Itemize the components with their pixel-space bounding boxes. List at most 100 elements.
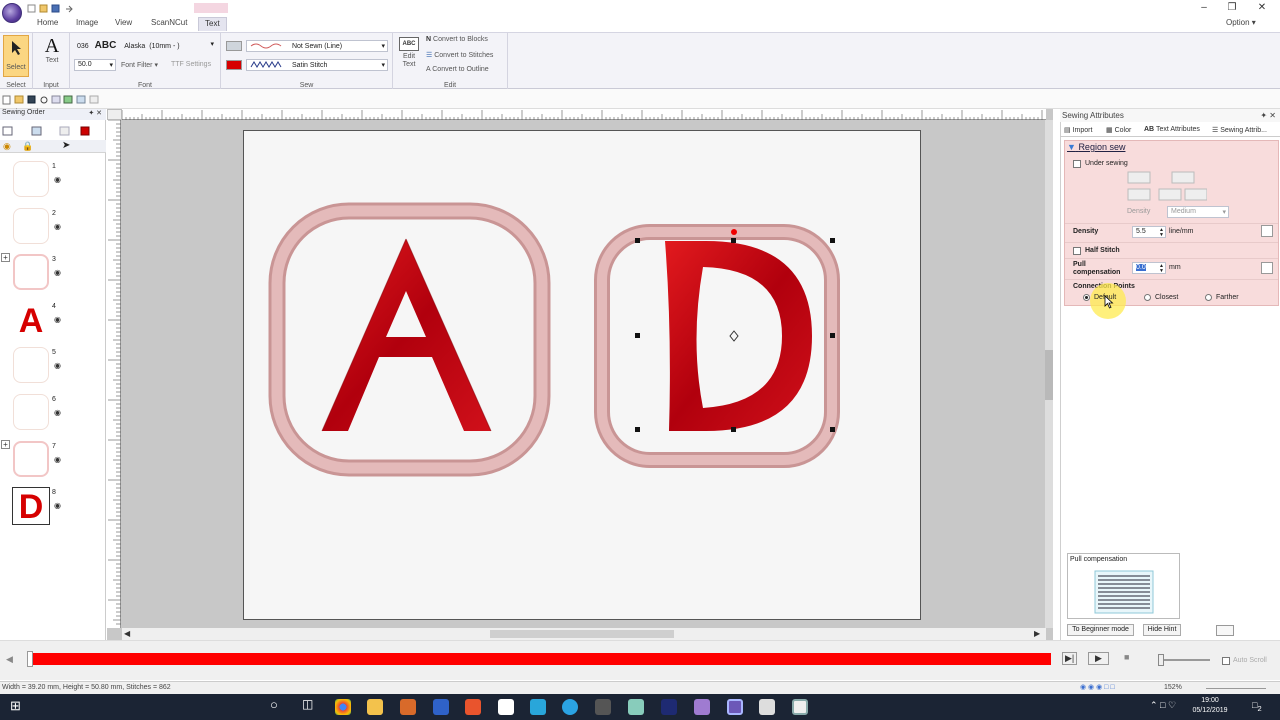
default-radio[interactable]	[1083, 294, 1090, 301]
restore-icon[interactable]: ❐	[1222, 2, 1242, 14]
farther-radio[interactable]	[1205, 294, 1212, 301]
letter-a-shape[interactable]	[321, 238, 492, 432]
convert-stitches-button[interactable]: ☰ Convert to Stitches	[426, 51, 493, 59]
under-sewing-checkbox[interactable]	[1073, 160, 1081, 168]
app-logo-icon[interactable]	[2, 3, 22, 23]
app-icon[interactable]	[465, 699, 481, 715]
text-tool-button[interactable]: A Text	[41, 35, 63, 77]
tab-import[interactable]: ▤ Import	[1064, 126, 1092, 134]
font-dropdown[interactable]: 036 ABC Alaska (10mm - ) ▾	[74, 39, 216, 51]
order-item-thumbnail[interactable]	[13, 254, 49, 291]
notification-icon[interactable]: □2	[1252, 700, 1262, 713]
density-reset-icon[interactable]	[1261, 225, 1273, 237]
expand-icon[interactable]: +	[1, 253, 10, 263]
option-menu[interactable]: Option ▾	[1226, 18, 1256, 27]
eye-icon[interactable]: ◉	[54, 222, 61, 231]
app-icon[interactable]	[400, 699, 416, 715]
spinner-icon[interactable]: ▲ ▼	[1159, 264, 1164, 274]
eye-icon[interactable]: ◉	[54, 455, 61, 464]
panel-options-icon[interactable]	[1216, 625, 1234, 636]
app-icon[interactable]	[530, 699, 546, 715]
order-item-thumbnail[interactable]	[13, 207, 49, 244]
horizontal-scrollbar[interactable]: ◀ ▶	[122, 628, 1046, 640]
rewind-icon[interactable]: ◀	[6, 654, 13, 665]
view-mode-icons[interactable]: ◉ ◉ ◉ □ □	[1080, 683, 1115, 691]
tab-home[interactable]: Home	[31, 17, 64, 31]
ttf-settings-button[interactable]: TTF Settings	[171, 61, 211, 68]
region-sew-dropdown[interactable]: Satin Stitch ▾	[246, 59, 388, 71]
windows-start-icon[interactable]: ⊞	[10, 698, 21, 714]
task-view-icon[interactable]: ◫	[302, 697, 313, 711]
stop-icon[interactable]: ■	[1124, 652, 1129, 662]
tab-sewing-attributes[interactable]: ☰ Sewing Attrib...	[1212, 126, 1267, 134]
convert-outline-button[interactable]: A Convert to Outline	[426, 66, 489, 73]
edit-text-button[interactable]: ABC Edit Text	[397, 37, 421, 79]
eye-icon[interactable]: ◉	[54, 408, 61, 417]
mail-icon[interactable]	[498, 699, 514, 715]
region-color-button[interactable]	[226, 60, 242, 70]
eye-icon[interactable]: ◉	[54, 268, 61, 277]
density-input[interactable]: 5.5 ▲ ▼	[1132, 226, 1166, 238]
auto-scroll-checkbox[interactable]	[1222, 657, 1230, 665]
tab-image[interactable]: Image	[70, 17, 104, 31]
skip-end-icon[interactable]: ▶|	[1062, 652, 1078, 665]
order-item-thumbnail[interactable]	[13, 440, 49, 477]
close-icon[interactable]: ✕	[1252, 2, 1272, 14]
app-icon[interactable]	[628, 699, 644, 715]
pe-design-taskbar-icon[interactable]	[727, 699, 743, 715]
horizontal-scroll-thumb[interactable]	[490, 630, 674, 638]
line-sew-dropdown[interactable]: Not Sewn (Line) ▾	[246, 40, 388, 52]
half-stitch-checkbox[interactable]	[1073, 247, 1081, 255]
app-icon[interactable]	[694, 699, 710, 715]
speed-slider-handle[interactable]	[1158, 654, 1164, 666]
scroll-right-icon[interactable]: ▶	[1034, 629, 1040, 638]
beginner-mode-button[interactable]: To Beginner mode	[1067, 624, 1134, 636]
eye-icon[interactable]: ◉	[54, 315, 61, 324]
pull-comp-input[interactable]: 0.0 ▲ ▼	[1132, 262, 1166, 274]
closest-radio[interactable]	[1144, 294, 1151, 301]
eye-icon[interactable]: ◉	[54, 175, 61, 184]
zoom-slider[interactable]	[1206, 688, 1266, 689]
telegram-icon[interactable]	[562, 699, 578, 715]
cursor-icon[interactable]: ➤	[62, 140, 70, 151]
order-item-thumbnail[interactable]: D	[12, 487, 50, 526]
convert-blocks-button[interactable]: N Convert to Blocks	[426, 36, 488, 43]
chrome-icon[interactable]	[335, 699, 351, 715]
design-canvas[interactable]	[243, 130, 921, 620]
region-sew-heading[interactable]: ▼ Region sew	[1067, 142, 1125, 152]
spinner-icon[interactable]: ▲ ▼	[1159, 228, 1164, 238]
under-density-dropdown[interactable]: Medium ▾	[1167, 206, 1229, 218]
select-button[interactable]: Select	[3, 35, 29, 77]
panel-close-icon[interactable]: ✦ ✕	[1260, 111, 1276, 120]
system-tray-icons[interactable]: ⌃ □ ♡	[1150, 700, 1176, 711]
tab-text[interactable]: Text	[198, 17, 227, 31]
speed-slider[interactable]	[1160, 659, 1210, 661]
tab-color[interactable]: ▦ Color	[1106, 126, 1131, 134]
tab-text-attributes[interactable]: AB Text Attributes	[1144, 126, 1200, 133]
minimize-icon[interactable]: –	[1194, 2, 1214, 14]
file-tools-icons[interactable]	[2, 95, 112, 105]
size-input[interactable]: 50.0 ▾	[74, 59, 116, 71]
app-icon[interactable]	[433, 699, 449, 715]
app-icon[interactable]	[792, 699, 808, 715]
pull-comp-reset-icon[interactable]	[1261, 262, 1273, 274]
taskbar-clock[interactable]: 19:00 05/12/2019	[1180, 696, 1240, 716]
search-icon[interactable]: ○	[270, 697, 278, 712]
file-explorer-icon[interactable]	[367, 699, 383, 715]
visibility-icon[interactable]: ◉	[3, 141, 11, 152]
order-item-thumbnail[interactable]	[13, 161, 49, 197]
scroll-left-icon[interactable]: ◀	[124, 629, 130, 638]
tab-view[interactable]: View	[109, 17, 138, 31]
eye-icon[interactable]: ◉	[54, 361, 61, 370]
vertical-scroll-thumb[interactable]	[1045, 350, 1053, 400]
notepad-icon[interactable]	[759, 699, 775, 715]
pin-icon[interactable]: ✦ ✕	[88, 109, 102, 117]
order-item-thumbnail[interactable]: A	[12, 300, 50, 340]
lock-icon[interactable]: 🔒	[22, 141, 33, 152]
hide-hint-button[interactable]: Hide Hint	[1143, 624, 1181, 636]
app-icon[interactable]	[595, 699, 611, 715]
order-tool-icons[interactable]	[2, 125, 92, 137]
play-icon[interactable]: ▶	[1088, 652, 1109, 665]
line-color-button[interactable]	[226, 41, 242, 51]
expand-icon[interactable]: +	[1, 439, 10, 449]
